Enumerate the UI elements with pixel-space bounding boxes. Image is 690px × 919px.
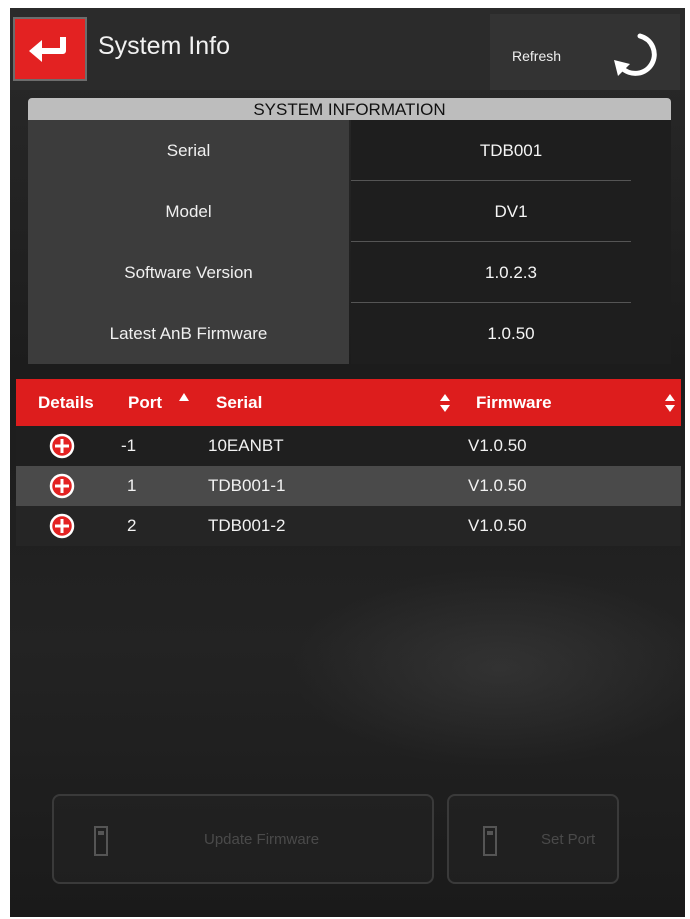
sort-toggle-icon[interactable] [440,394,450,412]
serial-cell: TDB001-2 [208,516,286,535]
table-row: 2 TDB001-2 V1.0.50 [16,506,681,546]
info-label: Latest AnB Firmware [28,303,349,364]
table-header: Details Port Serial Firmware [16,379,681,426]
update-firmware-button[interactable]: Update Firmware [52,794,434,884]
usb-drive-icon [483,826,497,856]
port-cell: -1 [121,436,137,455]
refresh-button[interactable]: Refresh [490,14,680,90]
serial-cell: 10EANBT [208,436,284,455]
set-port-label: Set Port [541,831,596,848]
return-arrow-icon [29,37,66,62]
system-information-title: SYSTEM INFORMATION [28,98,671,120]
info-label: Model [28,181,349,242]
table-row: -1 10EANBT V1.0.50 [16,426,681,466]
refresh-icon [614,33,657,76]
port-cell: 2 [127,516,137,535]
firmware-cell: V1.0.50 [468,436,527,455]
info-row-model: Model DV1 [28,181,671,242]
info-value: 1.0.2.3 [351,242,671,303]
ports-table: Details Port Serial Firmware -1 10EANBT … [16,379,681,546]
info-value: DV1 [351,181,671,242]
back-button[interactable] [13,17,87,81]
info-label: Serial [28,120,349,181]
info-value: 1.0.50 [351,303,671,364]
column-header-details[interactable]: Details [38,379,94,426]
refresh-label: Refresh [512,48,562,64]
page-title: System Info [98,32,230,60]
info-label: Software Version [28,242,349,303]
info-row-serial: Serial TDB001 [28,120,671,181]
port-cell: 1 [127,476,137,495]
info-row-latest-firmware: Latest AnB Firmware 1.0.50 [28,303,671,364]
serial-cell: TDB001-1 [208,476,286,495]
expand-details-icon[interactable] [49,513,75,539]
expand-details-icon[interactable] [49,433,75,459]
info-row-software-version: Software Version 1.0.2.3 [28,242,671,303]
expand-details-icon[interactable] [49,473,75,499]
system-information-panel: SYSTEM INFORMATION Serial TDB001 Model D… [28,98,671,365]
sort-ascending-icon [179,393,189,401]
column-header-serial[interactable]: Serial [216,379,262,426]
table-row: 1 TDB001-1 V1.0.50 [16,466,681,506]
usb-drive-icon [94,826,108,856]
column-header-firmware[interactable]: Firmware [476,379,552,426]
update-firmware-label: Update Firmware [204,831,320,848]
sort-toggle-icon[interactable] [665,394,675,412]
column-header-port[interactable]: Port [128,379,162,426]
set-port-button[interactable]: Set Port [447,794,619,884]
app-screen: System Info Refresh SYSTEM INFORMATION S… [10,8,685,917]
firmware-cell: V1.0.50 [468,476,527,495]
firmware-cell: V1.0.50 [468,516,527,535]
top-bar: System Info Refresh [10,8,685,90]
info-value: TDB001 [351,120,671,181]
